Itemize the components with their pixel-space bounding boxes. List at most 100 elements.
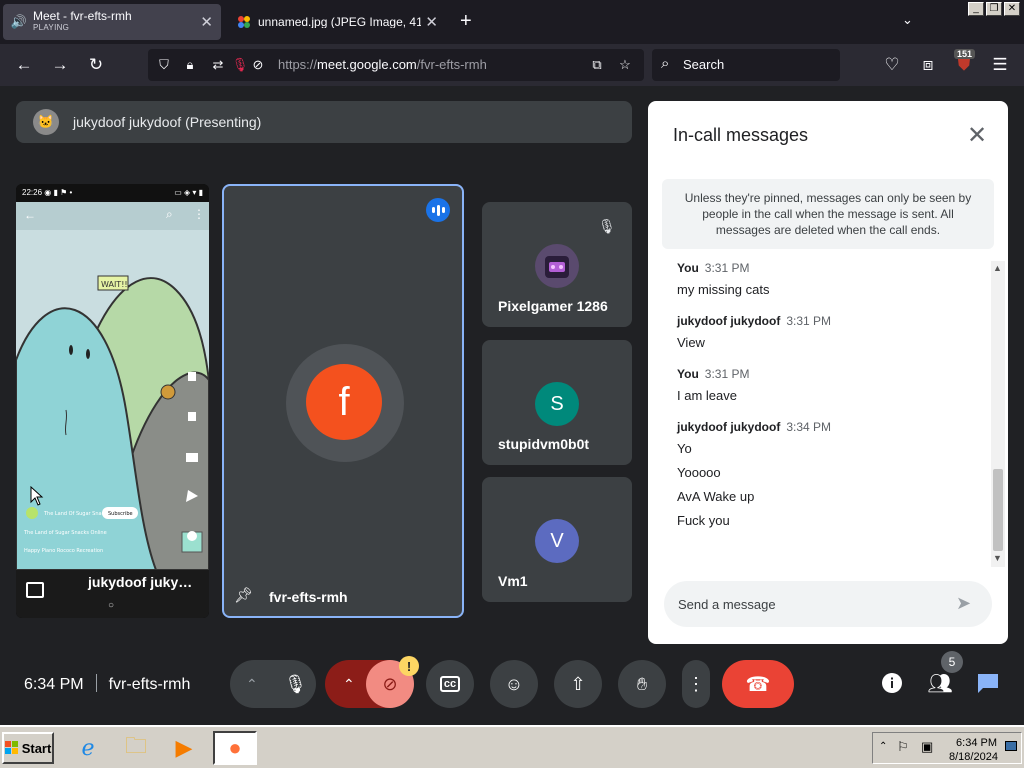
participant-tile-vm1[interactable]: V Vm1 — [482, 477, 632, 602]
scroll-down-icon[interactable]: ▼ — [993, 553, 1002, 563]
camera-blocked-icon[interactable]: ⊘ — [249, 56, 267, 74]
system-tray: ⌃ ⚐ ▣ 6:34 PM 8/18/2024 — [872, 732, 1022, 764]
message-time: 3:34 PM — [786, 420, 832, 434]
bookmark-star-icon[interactable]: ☆ — [616, 56, 634, 74]
speaker-icon[interactable]: 🔊 — [11, 14, 27, 30]
chat-scrollbar[interactable]: ▲ ▼ — [991, 261, 1005, 567]
like-icon — [188, 372, 196, 381]
search-input[interactable]: ⌕ Search — [652, 49, 840, 81]
chat-icon[interactable] — [975, 670, 1001, 696]
tab-title: Meet - fvr-efts-rmh — [33, 10, 132, 23]
send-icon[interactable]: ➤ — [956, 593, 971, 614]
presenting-label: jukydoof jukydoof (Presenting) — [73, 114, 262, 130]
people-count-badge: 5 — [941, 651, 963, 673]
home-icon: ○ — [108, 600, 115, 611]
phone-status-bar: 22:26 ◉ ▮ ⚑ • ▭ ◈ ▾ ▮ — [16, 184, 209, 202]
network-icon[interactable]: ▣ — [921, 739, 933, 755]
address-bar[interactable]: ⛉ 🔒︎ ⇄ 🎙︎ ⊘ https://meet.google.com/fvr-… — [148, 49, 644, 81]
meeting-info: 6:34 PM fvr-efts-rmh — [24, 674, 190, 694]
close-tab-icon[interactable]: ✕ — [425, 13, 438, 31]
shield-icon[interactable]: ⛉ — [155, 56, 173, 74]
pin-icon[interactable]: 📌︎ — [234, 586, 253, 604]
search-icon: ⌕ — [166, 207, 173, 221]
tab-playing-label: PLAYING — [33, 23, 70, 32]
picture-in-picture-icon[interactable]: ⧉ — [588, 56, 606, 74]
captions-button[interactable]: cc — [426, 660, 474, 708]
main-participant-tile[interactable]: f 📌︎ fvr-efts-rmh — [222, 184, 464, 618]
message-text: Yo — [677, 441, 692, 456]
avatar: f — [306, 364, 382, 440]
show-hidden-icons-icon[interactable]: ⌃ — [879, 741, 887, 752]
message-text: my missing cats — [677, 282, 770, 297]
warning-badge: ! — [399, 656, 419, 676]
lock-icon[interactable]: 🔒︎ — [181, 56, 199, 74]
comment-icon — [186, 453, 198, 462]
flag-icon[interactable]: ⚐ — [897, 739, 909, 755]
video-options-chevron-icon[interactable]: ⌃ — [343, 676, 355, 693]
pocket-icon[interactable]: ♡ — [880, 53, 904, 77]
media-player-icon[interactable]: ▶ — [162, 731, 206, 765]
message-text: Fuck you — [677, 513, 730, 528]
raise-hand-button[interactable]: ✋︎ — [618, 660, 666, 708]
participant-tile-stupidvm0b0t[interactable]: S stupidvm0b0t — [482, 340, 632, 465]
present-screen-button[interactable]: ⇧ — [554, 660, 602, 708]
message-text: Yooooo — [677, 465, 721, 480]
scroll-up-icon[interactable]: ▲ — [993, 263, 1002, 273]
participant-tile-pixelgamer[interactable]: 🎙︎ Pixelgamer 1286 — [482, 202, 632, 327]
windows-logo-icon — [4, 741, 18, 754]
message-input[interactable] — [678, 593, 938, 615]
hand-icon: ✋︎ — [636, 673, 648, 694]
list-tabs-chevron-icon[interactable]: ⌄ — [902, 12, 913, 28]
folder-icon[interactable]: 🗀 — [114, 731, 158, 765]
back-icon[interactable]: ← — [12, 53, 36, 77]
tab-meet[interactable]: 🔊 Meet - fvr-efts-rmh PLAYING ✕ — [3, 4, 221, 40]
internet-explorer-icon[interactable]: ℯ — [66, 731, 110, 765]
clock-date: 8/18/2024 — [949, 751, 998, 763]
more-options-button[interactable]: ⋮ — [682, 660, 710, 708]
close-window-button[interactable]: ✕ — [1004, 2, 1020, 16]
microphone-blocked-icon[interactable]: 🎙︎ — [231, 56, 249, 74]
close-icon[interactable]: ✕ — [967, 121, 987, 150]
url-text[interactable]: https://meet.google.com/fvr-efts-rmh — [278, 57, 487, 72]
reload-icon[interactable]: ↻ — [84, 53, 108, 77]
audio-controls-group: ⌃ 🎙︎ — [230, 660, 316, 708]
people-icon[interactable]: 👥︎ — [927, 670, 953, 696]
leave-call-button[interactable]: ☎︎ — [722, 660, 794, 708]
start-button[interactable]: Start — [2, 732, 54, 764]
presenting-banner: 🐱 jukydoof jukydoof (Presenting) — [16, 101, 632, 143]
message-list: You 3:31 PM my missing cats jukydoof juky… — [677, 261, 977, 545]
message-sender: jukydoof jukydoof — [677, 314, 781, 328]
microphone-icon[interactable]: 🎙︎ — [284, 674, 307, 695]
avatar: 🐱 — [33, 109, 59, 135]
maximize-button[interactable]: ❐ — [986, 2, 1002, 16]
window-controls: _ ❐ ✕ — [968, 2, 1020, 16]
audio-options-chevron-icon[interactable]: ⌃ — [246, 676, 258, 693]
avatar: S — [535, 382, 579, 426]
minimize-button[interactable]: _ — [968, 2, 984, 16]
video-sign-text: WAIT!! — [101, 280, 128, 289]
reactions-button[interactable]: ☺ — [490, 660, 538, 708]
tab-image[interactable]: unnamed.jpg (JPEG Image, 411 × ✕ — [228, 4, 446, 40]
firefox-icon[interactable]: ● — [213, 731, 257, 765]
clock[interactable]: 6:34 PM 8/18/2024 — [949, 736, 998, 764]
remix-icon — [187, 531, 197, 541]
screen-share-tile[interactable]: 22:26 ◉ ▮ ⚑ • ▭ ◈ ▾ ▮ ← ⌕ ⋮ WAIT!! The La… — [16, 184, 209, 618]
more-vert-icon: ⋮ — [193, 207, 205, 221]
extensions-icon[interactable]: ⧈ — [916, 53, 940, 77]
permissions-icon[interactable]: ⇄ — [209, 56, 227, 74]
scrollbar-thumb[interactable] — [993, 469, 1003, 551]
clock-time: 6:34 PM — [956, 737, 997, 749]
forward-icon[interactable]: → — [48, 53, 72, 77]
participant-name: Vm1 — [498, 573, 528, 589]
menu-icon[interactable]: ☰ — [988, 53, 1012, 77]
show-desktop-icon[interactable] — [1005, 741, 1017, 751]
captions-icon: cc — [439, 676, 461, 692]
start-label: Start — [21, 740, 52, 756]
search-icon: ⌕ — [661, 55, 670, 72]
close-tab-icon[interactable]: ✕ — [200, 13, 213, 31]
participant-name: fvr-efts-rmh — [269, 589, 348, 605]
phone-video-content: WAIT!! The Land Of Sugar Snacks Subscrib… — [16, 230, 209, 570]
meeting-details-icon[interactable] — [879, 670, 905, 696]
cartoon-video-frame: WAIT!! The Land Of Sugar Snacks Subscrib… — [16, 230, 209, 570]
new-tab-button[interactable]: + — [460, 10, 472, 33]
